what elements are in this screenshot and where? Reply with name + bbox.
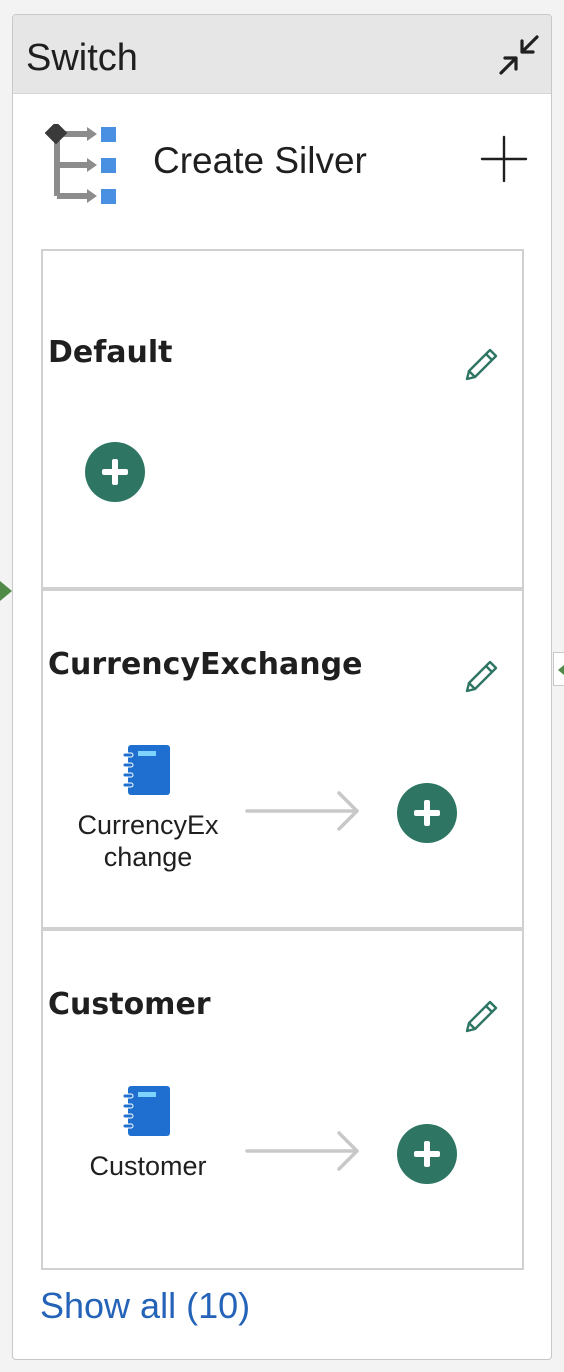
edit-pencil-icon[interactable] (461, 997, 501, 1037)
notebook-label: CurrencyExchange (77, 810, 219, 872)
edit-pencil-icon[interactable] (461, 345, 501, 385)
add-activity-button[interactable] (397, 1124, 457, 1184)
outgoing-connector-handle[interactable] (553, 652, 564, 686)
notebook-icon (122, 745, 170, 795)
add-icon[interactable] (479, 134, 529, 184)
case-label: Default (48, 335, 173, 370)
notebook-activity[interactable]: Customer (78, 1084, 218, 1194)
show-all-link[interactable]: Show all (10) (40, 1284, 250, 1328)
case-customer: Customer Customer (41, 929, 524, 1270)
switch-activity-row[interactable]: Create Silver (13, 94, 551, 244)
case-default: Default (41, 249, 524, 589)
pipeline-canvas: Switch Create Silver Default CurrencyExc… (0, 0, 564, 1372)
add-activity-button[interactable] (85, 442, 145, 502)
case-label: CurrencyExchange (48, 647, 363, 682)
incoming-arrow-icon (0, 581, 12, 601)
notebook-icon (122, 1086, 170, 1136)
collapse-icon[interactable] (493, 29, 545, 81)
switch-activity-name: Create Silver (153, 140, 367, 181)
case-currencyexchange: CurrencyExchange CurrencyExchange (41, 589, 524, 929)
case-label: Customer (48, 987, 211, 1022)
arrow-right-icon (245, 1131, 359, 1171)
notebook-activity[interactable]: CurrencyExchange (77, 743, 219, 883)
panel-header: Switch (13, 15, 551, 94)
switch-activity-panel: Switch Create Silver Default CurrencyExc… (12, 14, 552, 1360)
arrow-right-icon (245, 791, 359, 831)
add-activity-button[interactable] (397, 783, 457, 843)
notebook-label: Customer (89, 1151, 207, 1181)
switch-icon (45, 124, 116, 204)
panel-title: Switch (26, 37, 138, 79)
edit-pencil-icon[interactable] (461, 657, 501, 697)
